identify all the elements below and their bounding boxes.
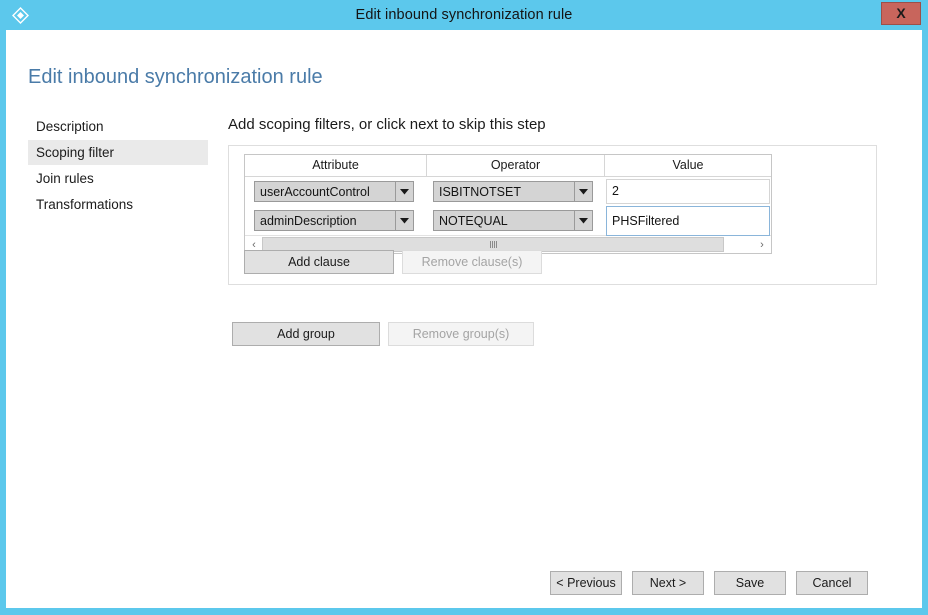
add-group-button[interactable]: Add group bbox=[232, 322, 380, 346]
clause-button-bar: Add clause Remove clause(s) bbox=[244, 250, 542, 274]
cell-attribute: userAccountControl bbox=[245, 181, 427, 202]
instruction-text: Add scoping filters, or click next to sk… bbox=[228, 116, 546, 133]
chevron-down-icon[interactable] bbox=[574, 182, 592, 201]
page-title: Edit inbound synchronization rule bbox=[28, 66, 323, 88]
scoping-filter-group-box: Attribute Operator Value userAccountCont… bbox=[228, 145, 877, 285]
attribute-dropdown-value: userAccountControl bbox=[260, 184, 370, 199]
sidebar-item-label: Description bbox=[36, 119, 104, 134]
chevron-down-icon[interactable] bbox=[395, 182, 413, 201]
sidebar-item-transformations[interactable]: Transformations bbox=[28, 192, 208, 217]
sidebar-item-label: Transformations bbox=[36, 197, 134, 212]
remove-clause-button[interactable]: Remove clause(s) bbox=[402, 250, 542, 274]
value-input[interactable] bbox=[606, 179, 770, 204]
dialog-window: Edit inbound synchronization rule X Edit… bbox=[0, 0, 928, 615]
chevron-down-icon[interactable] bbox=[574, 211, 592, 230]
column-header-attribute: Attribute bbox=[245, 155, 427, 176]
group-button-bar: Add group Remove group(s) bbox=[232, 322, 534, 346]
scroll-right-arrow-icon[interactable]: › bbox=[754, 236, 770, 253]
table-row: adminDescription NOTEQUAL bbox=[245, 205, 771, 236]
footer-button-bar: < Previous Next > Save Cancel bbox=[6, 571, 922, 595]
clause-grid: Attribute Operator Value userAccountCont… bbox=[244, 154, 772, 254]
operator-dropdown[interactable]: ISBITNOTSET bbox=[433, 181, 593, 202]
title-bar: Edit inbound synchronization rule X bbox=[0, 0, 928, 30]
cell-attribute: adminDescription bbox=[245, 210, 427, 231]
table-row: userAccountControl ISBITNOTSET bbox=[245, 177, 771, 206]
cell-value bbox=[605, 179, 771, 204]
cell-operator: ISBITNOTSET bbox=[427, 181, 605, 202]
sidebar-item-label: Scoping filter bbox=[36, 145, 115, 160]
client-area: Edit inbound synchronization rule Descri… bbox=[6, 30, 922, 608]
add-clause-button[interactable]: Add clause bbox=[244, 250, 394, 274]
chevron-down-icon[interactable] bbox=[395, 211, 413, 230]
next-button[interactable]: Next > bbox=[632, 571, 704, 595]
value-input[interactable] bbox=[606, 205, 770, 236]
operator-dropdown-value: NOTEQUAL bbox=[439, 213, 508, 228]
attribute-dropdown[interactable]: adminDescription bbox=[254, 210, 414, 231]
operator-dropdown[interactable]: NOTEQUAL bbox=[433, 210, 593, 231]
cell-value bbox=[605, 205, 771, 236]
operator-dropdown-value: ISBITNOTSET bbox=[439, 184, 521, 199]
sidebar-item-join-rules[interactable]: Join rules bbox=[28, 166, 208, 191]
remove-group-button[interactable]: Remove group(s) bbox=[388, 322, 534, 346]
save-button[interactable]: Save bbox=[714, 571, 786, 595]
wizard-steps-sidebar: Description Scoping filter Join rules Tr… bbox=[28, 114, 208, 218]
column-header-value: Value bbox=[672, 158, 704, 172]
grid-header-row: Attribute Operator Value bbox=[245, 155, 771, 177]
window-title: Edit inbound synchronization rule bbox=[355, 7, 573, 23]
attribute-dropdown-value: adminDescription bbox=[260, 213, 357, 228]
sidebar-item-label: Join rules bbox=[36, 171, 94, 186]
previous-button[interactable]: < Previous bbox=[550, 571, 622, 595]
sidebar-item-scoping-filter[interactable]: Scoping filter bbox=[28, 140, 208, 165]
close-button[interactable]: X bbox=[881, 2, 921, 25]
sidebar-item-description[interactable]: Description bbox=[28, 114, 208, 139]
attribute-dropdown[interactable]: userAccountControl bbox=[254, 181, 414, 202]
column-header-operator: Operator bbox=[427, 155, 605, 176]
cancel-button[interactable]: Cancel bbox=[796, 571, 868, 595]
cell-operator: NOTEQUAL bbox=[427, 210, 605, 231]
grip-icon bbox=[489, 241, 497, 248]
